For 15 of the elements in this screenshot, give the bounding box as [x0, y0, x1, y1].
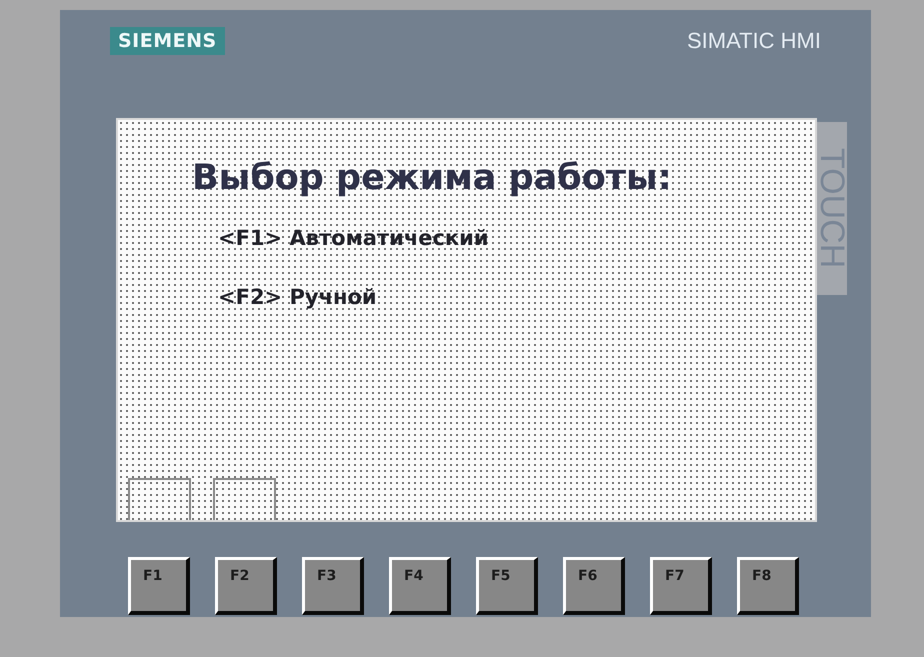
empty-frame	[128, 478, 191, 520]
mode-option: <F2> Ручной	[218, 285, 815, 309]
function-key[interactable]: F5	[476, 557, 538, 615]
screen-title: Выбор режима работы:	[192, 158, 673, 198]
brand-logo: SIEMENS	[110, 27, 225, 55]
product-name: SIMATIC HMI	[686, 28, 821, 54]
function-key[interactable]: F8	[737, 557, 799, 615]
function-key[interactable]: F4	[389, 557, 451, 615]
function-key[interactable]: F7	[650, 557, 712, 615]
empty-frame	[213, 478, 276, 520]
function-key[interactable]: F1	[128, 557, 190, 615]
function-key[interactable]: F6	[563, 557, 625, 615]
function-key[interactable]: F3	[302, 557, 364, 615]
function-key[interactable]: F2	[215, 557, 277, 615]
mode-option: <F1> Автоматический	[218, 226, 815, 250]
